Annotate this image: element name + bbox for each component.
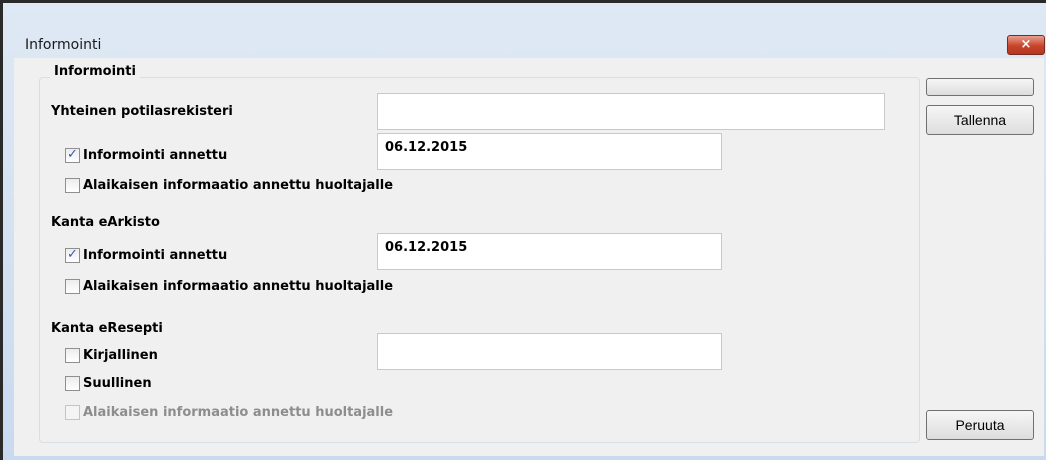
checkbox-label: Suullinen [83, 376, 152, 391]
checkbox-label: Alaikaisen informaatio annettu huoltajal… [83, 279, 394, 294]
earkisto-informointi-date-field[interactable]: 06.12.2015 [377, 233, 722, 270]
checkbox-box[interactable] [65, 279, 80, 294]
save-button[interactable]: Tallenna [926, 105, 1034, 135]
eresepti-alaikaisen-checkbox: Alaikaisen informaatio annettu huoltajal… [65, 405, 393, 420]
checkbox-label: Alaikaisen informaatio annettu huoltajal… [83, 405, 394, 420]
cancel-button[interactable]: Peruuta [926, 410, 1034, 440]
eresepti-field[interactable] [377, 333, 722, 370]
title-bar: Informointi × [3, 3, 1046, 58]
eresepti-kirjallinen-checkbox[interactable]: Kirjallinen [65, 348, 158, 363]
close-button[interactable]: × [1007, 35, 1045, 55]
yhteinen-informointi-checkbox[interactable]: ✓ Informointi annettu [65, 147, 228, 163]
dialog-body: Informointi Yhteinen potilasrekisteri ✓ … [14, 58, 1044, 456]
earkisto-section-label: Kanta eArkisto [51, 215, 160, 230]
checkmark-icon: ✓ [67, 247, 78, 262]
checkmark-icon: ✓ [67, 147, 78, 162]
checkbox-label: Informointi annettu [83, 148, 228, 163]
checkbox-label: Kirjallinen [83, 348, 158, 363]
yhteinen-alaikaisen-checkbox[interactable]: Alaikaisen informaatio annettu huoltajal… [65, 178, 393, 193]
yhteinen-section-label: Yhteinen potilasrekisteri [51, 104, 233, 119]
checkbox-box [65, 405, 80, 420]
unlabeled-button[interactable] [926, 78, 1034, 96]
checkbox-box[interactable] [65, 376, 80, 391]
checkbox-label: Informointi annettu [83, 248, 228, 263]
earkisto-informointi-checkbox[interactable]: ✓ Informointi annettu [65, 247, 228, 263]
earkisto-alaikaisen-checkbox[interactable]: Alaikaisen informaatio annettu huoltajal… [65, 279, 393, 294]
checkbox-box[interactable]: ✓ [65, 147, 80, 163]
checkbox-label: Alaikaisen informaatio annettu huoltajal… [83, 178, 394, 193]
close-icon: × [1020, 37, 1032, 52]
checkbox-box[interactable] [65, 348, 80, 363]
checkbox-box[interactable] [65, 178, 80, 193]
eresepti-section-label: Kanta eResepti [51, 321, 163, 336]
yhteinen-informointi-date-field[interactable]: 06.12.2015 [377, 133, 722, 170]
groupbox-title: Informointi [50, 64, 140, 79]
dialog-window: Informointi × Informointi Yhteinen potil… [0, 0, 1046, 460]
eresepti-suullinen-checkbox[interactable]: Suullinen [65, 376, 152, 391]
window-title: Informointi [25, 37, 102, 53]
checkbox-box[interactable]: ✓ [65, 247, 80, 263]
yhteinen-field[interactable] [377, 93, 885, 130]
